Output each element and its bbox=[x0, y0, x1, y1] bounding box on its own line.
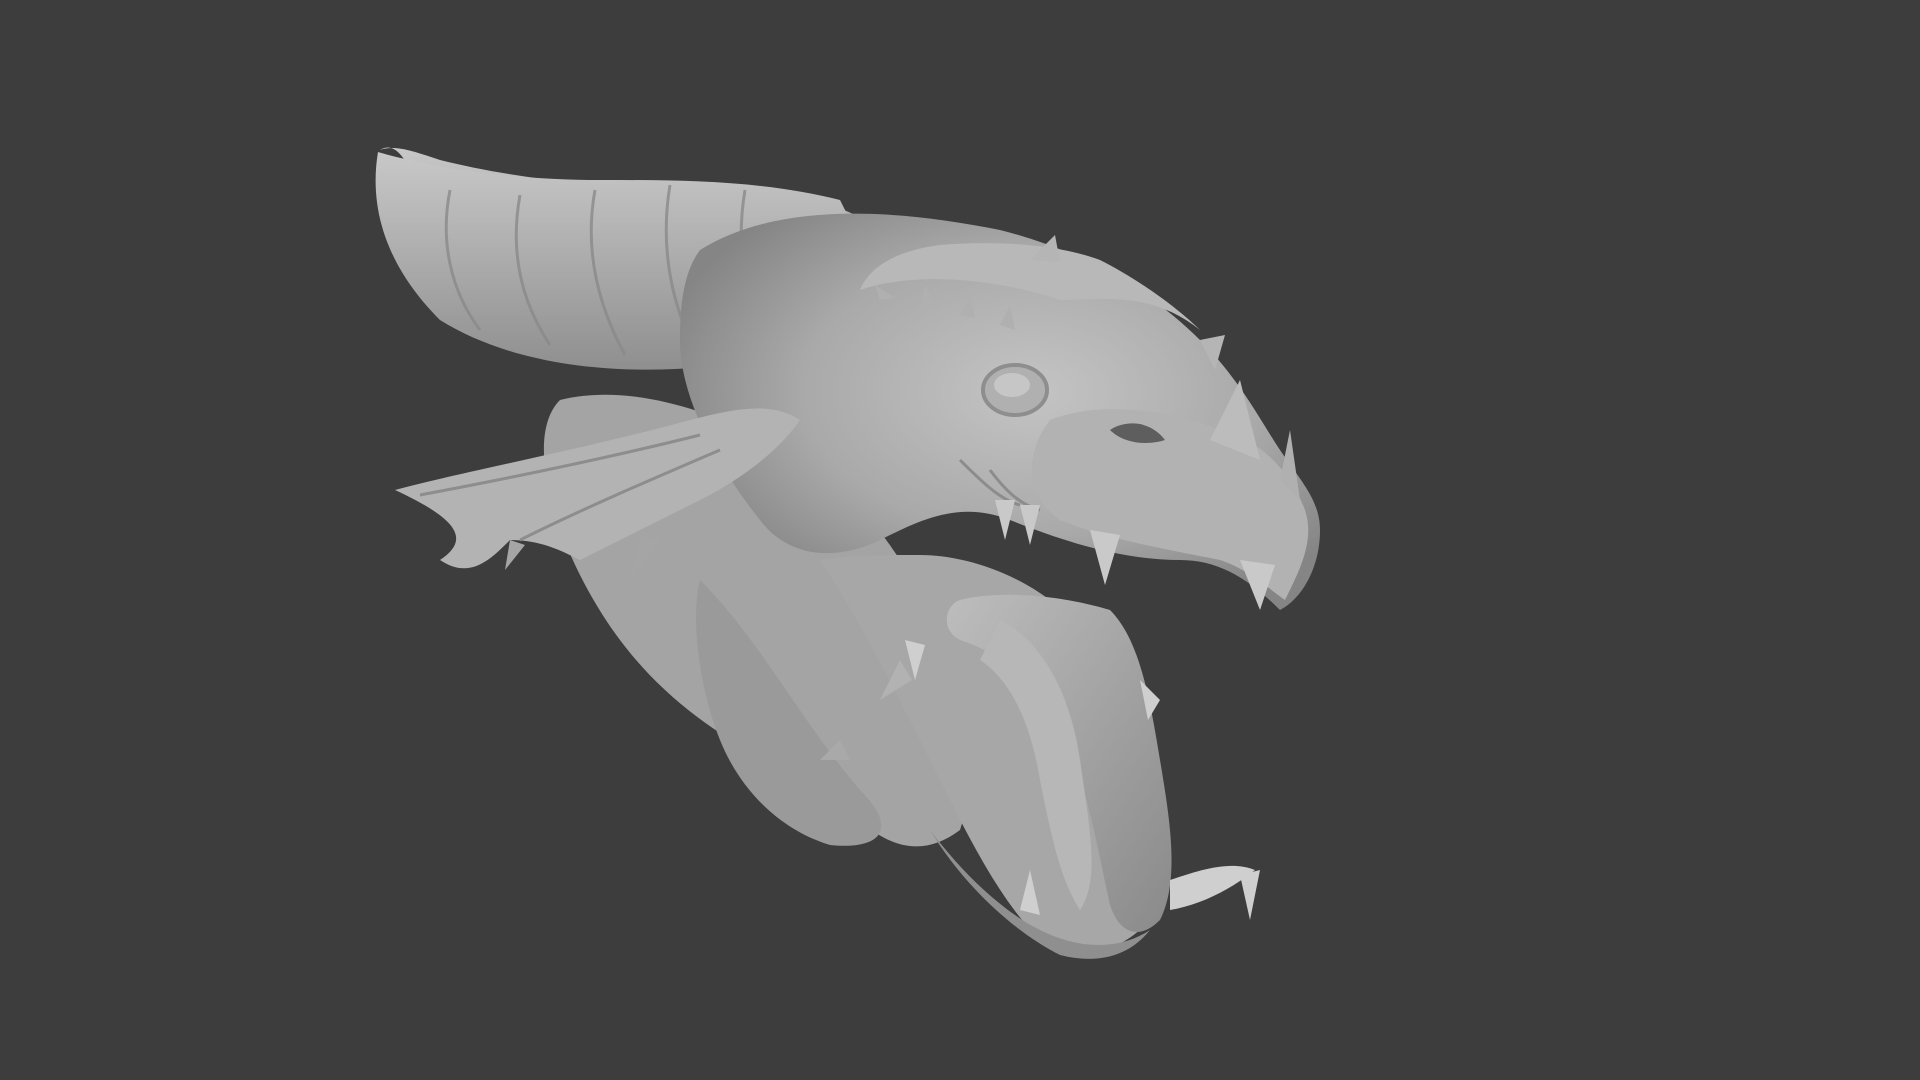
dragon-head-model[interactable] bbox=[0, 0, 1920, 1080]
frill-spike-1 bbox=[505, 540, 525, 570]
3d-viewport[interactable] bbox=[0, 0, 1920, 1080]
